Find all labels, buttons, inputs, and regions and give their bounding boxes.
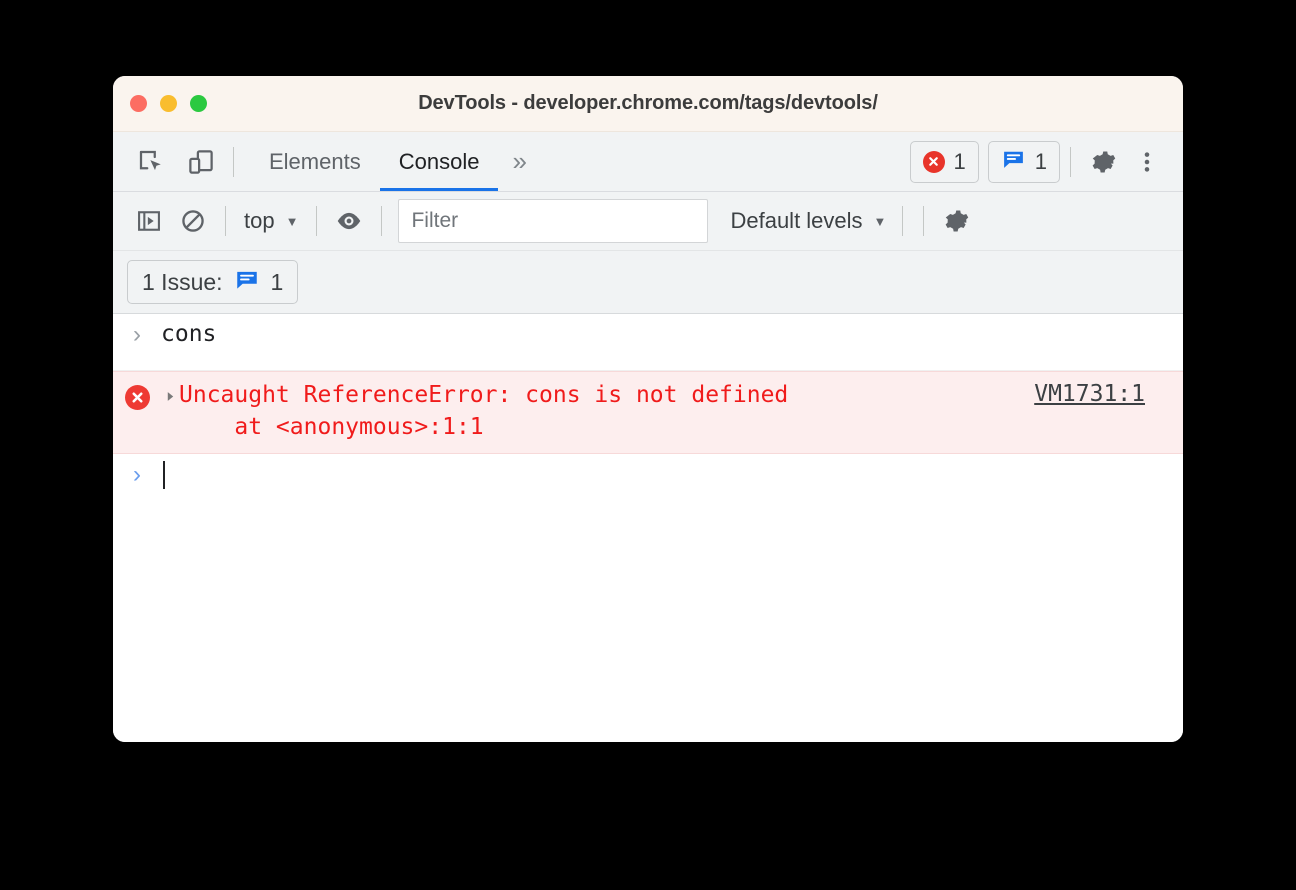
execution-context-dropdown[interactable]: top ▼	[236, 201, 306, 241]
minimize-window-button[interactable]	[160, 95, 177, 112]
tabbar-right-group: 1 1	[901, 140, 1184, 184]
issues-bar: 1 Issue: 1	[113, 251, 1183, 314]
error-circle-icon	[922, 150, 945, 173]
console-toolbar-divider-5	[923, 206, 925, 236]
console-toolbar-divider-1	[225, 206, 226, 236]
console-error-row[interactable]: Uncaught ReferenceError: cons is not def…	[113, 371, 1183, 455]
more-tabs-chevron-icon[interactable]: »	[498, 132, 540, 191]
live-expression-eye-icon[interactable]	[327, 199, 371, 243]
kebab-menu-icon[interactable]	[1125, 140, 1169, 184]
expand-error-triangle-icon[interactable]	[161, 380, 179, 403]
console-toolbar: top ▼ Filter Default levels ▼	[113, 192, 1183, 251]
log-levels-dropdown[interactable]: Default levels ▼	[724, 201, 892, 241]
console-input-text: cons	[161, 321, 217, 347]
devtools-window: DevTools - developer.chrome.com/tags/dev…	[113, 76, 1183, 742]
console-prompt-input[interactable]	[161, 460, 165, 489]
tab-elements[interactable]: Elements	[250, 132, 380, 191]
error-count: 1	[953, 148, 966, 174]
issue-count-badge[interactable]: 1	[987, 140, 1060, 183]
console-toolbar-divider-2	[316, 206, 318, 236]
device-toolbar-icon[interactable]	[179, 140, 223, 184]
gear-icon[interactable]	[1081, 140, 1125, 184]
prompt-arrow-icon: ›	[133, 321, 141, 348]
issue-count: 1	[1034, 148, 1047, 174]
error-message-text: Uncaught ReferenceError: cons is not def…	[179, 382, 789, 408]
tabbar-right-divider	[1070, 146, 1071, 177]
console-prompt-gutter: ›	[113, 460, 161, 487]
filter-placeholder: Filter	[411, 209, 459, 232]
issues-label: 1 Issue:	[142, 268, 223, 295]
traffic-lights	[113, 95, 207, 112]
console-error-message: Uncaught ReferenceError: cons is not def…	[179, 380, 1034, 443]
panel-tabs: Elements Console »	[250, 132, 541, 191]
issues-summary-button[interactable]: 1 Issue: 1	[127, 260, 299, 304]
maximize-window-button[interactable]	[190, 95, 207, 112]
log-levels-label: Default levels	[730, 208, 863, 233]
error-icon-cell	[113, 380, 161, 410]
text-cursor	[163, 460, 165, 489]
issues-count: 1	[270, 268, 284, 295]
close-window-button[interactable]	[130, 95, 147, 112]
clear-console-icon[interactable]	[171, 199, 215, 243]
console-settings-gear-icon[interactable]	[934, 199, 978, 243]
filter-input[interactable]: Filter	[398, 199, 709, 243]
inspect-element-icon[interactable]	[129, 140, 173, 184]
tabbar-left-icons	[113, 140, 223, 184]
console-messages-list[interactable]: › cons Uncaught ReferenceError: cons is …	[113, 314, 1183, 742]
titlebar: DevTools - developer.chrome.com/tags/dev…	[113, 76, 1183, 132]
error-source-link[interactable]: VM1731:1	[1034, 380, 1183, 407]
console-input-gutter: ›	[113, 320, 161, 347]
console-input-row[interactable]: › cons	[113, 314, 1183, 371]
error-stack-text: at <anonymous>:1:1	[179, 413, 484, 440]
issue-message-icon	[234, 267, 260, 298]
error-circle-icon	[124, 385, 150, 410]
tab-console[interactable]: Console	[379, 132, 499, 191]
devtools-tabbar: Elements Console » 1 1	[113, 132, 1183, 192]
console-sidebar-icon[interactable]	[127, 199, 171, 243]
console-prompt-row[interactable]: ›	[113, 454, 1183, 510]
chevron-down-icon: ▼	[285, 213, 299, 229]
window-title: DevTools - developer.chrome.com/tags/dev…	[418, 92, 878, 114]
chevron-down-icon: ▼	[873, 213, 887, 229]
console-toolbar-divider-4	[902, 206, 904, 236]
execution-context-label: top	[244, 208, 275, 233]
issue-message-icon	[1001, 147, 1026, 177]
console-toolbar-divider-3	[381, 206, 383, 236]
prompt-arrow-icon: ›	[133, 461, 141, 489]
tabbar-divider	[233, 146, 234, 177]
error-count-badge[interactable]: 1	[909, 140, 979, 183]
